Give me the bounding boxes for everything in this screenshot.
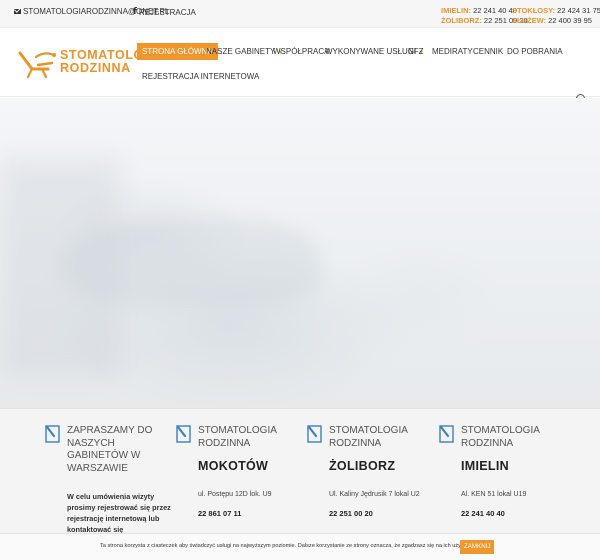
- cookie-close-button[interactable]: ZAMKNIJ: [460, 540, 495, 554]
- nav-label: NFZ: [408, 47, 424, 56]
- site-header: STOMATOLOGIA RODZINNA STRONA GŁÓWNA NASZ…: [0, 29, 600, 97]
- nav-label: MEDIRATY: [432, 47, 473, 56]
- cookie-bar: Ta strona korzysta z ciasteczek aby świa…: [0, 533, 600, 560]
- clinic-address: Ul. Kaliny Jędrusik 7 lokal U2: [329, 491, 420, 498]
- nav-label: NASZE GABINETY: [206, 47, 276, 56]
- phone-label: IMIELIN:: [441, 6, 471, 15]
- nav-mediraty[interactable]: MEDIRATY: [432, 43, 473, 60]
- registration-text: REJESTRACJA: [138, 7, 196, 17]
- phone-number: 22 241 40 40: [473, 6, 517, 15]
- intro-note: W celu umówienia wizyty prosimy rejestro…: [67, 492, 171, 534]
- nav-offices[interactable]: NASZE GABINETY ▼: [206, 43, 283, 60]
- phone-stoklosy[interactable]: STOKŁOSY: 22 424 31 75: [512, 6, 600, 16]
- nav-cooperation[interactable]: WSPÓŁPRACA: [273, 43, 329, 60]
- cookie-text: Ta strona korzysta z ciasteczek aby świa…: [100, 543, 470, 549]
- hero-banner: [0, 98, 600, 408]
- nav-label: DO POBRANIA: [507, 47, 563, 56]
- clinic-phone[interactable]: 22 861 07 11: [198, 509, 241, 518]
- nav-label: STRONA GŁÓWNA: [142, 47, 213, 56]
- envelope-icon: [14, 9, 21, 14]
- clinic-city: ŻOLIBORZ: [329, 459, 396, 473]
- nav-label: REJESTRACJA INTERNETOWA: [142, 72, 260, 81]
- nav-label: CENNIK: [473, 47, 504, 56]
- site-logo[interactable]: STOMATOLOGIA RODZINNA: [18, 43, 167, 83]
- clinic-city: IMIELIN: [461, 459, 509, 473]
- dental-tool-icon: [307, 425, 322, 443]
- dental-tool-icon: [439, 425, 454, 443]
- facebook-registration-link[interactable]: f REJESTRACJA: [133, 7, 196, 17]
- dental-tool-icon: [45, 425, 60, 443]
- nav-label: WYKONYWANE USŁUGI: [325, 47, 417, 56]
- clinic-phone[interactable]: 22 241 40 40: [461, 509, 505, 518]
- nav-nfz[interactable]: NFZ: [408, 43, 424, 60]
- clinic-title: STOMATOLOGIA RODZINNA: [198, 425, 277, 449]
- phone-label: STOKŁOSY:: [512, 6, 556, 15]
- phone-label: SŁUŻEW:: [512, 15, 547, 25]
- clinic-title: STOMATOLOGIA RODZINNA: [329, 425, 408, 449]
- phone-list-right: STOKŁOSY: 22 424 31 75 SŁUŻEW: 22 400 39…: [512, 6, 600, 25]
- hero-dental-chair-image: [60, 218, 320, 308]
- clinic-title: STOMATOLOGIA RODZINNA: [461, 425, 540, 449]
- clinic-city: MOKOTÓW: [198, 459, 269, 473]
- dental-chair-icon: [18, 51, 56, 79]
- intro-title: ZAPRASZAMY DO NASZYCH GABINETÓW W WARSZA…: [67, 425, 153, 474]
- nav-pricing[interactable]: CENNIK: [473, 43, 503, 60]
- nav-label: WSPÓŁPRACA: [273, 47, 330, 56]
- clinic-phone[interactable]: 22 251 00 20: [329, 509, 373, 518]
- phone-label: ŻOLIBORZ:: [441, 15, 482, 25]
- dental-tool-icon: [176, 425, 191, 443]
- top-bar: STOMATOLOGIARODZINNA@ONET.PL f REJESTRAC…: [0, 0, 600, 28]
- clinic-address: ul. Postępu 12D lok. U9: [198, 491, 272, 498]
- phone-number: 22 400 39 95: [548, 15, 592, 25]
- phone-sluzew[interactable]: SŁUŻEW: 22 400 39 95: [512, 16, 600, 26]
- facebook-icon: f: [133, 7, 137, 17]
- nav-downloads[interactable]: DO POBRANIA: [507, 43, 563, 60]
- clinic-address: Al. KEN 51 lokal U19: [461, 491, 527, 498]
- phone-number: 22 424 31 75: [557, 6, 600, 15]
- nav-online-registration[interactable]: REJESTRACJA INTERNETOWA: [142, 68, 259, 85]
